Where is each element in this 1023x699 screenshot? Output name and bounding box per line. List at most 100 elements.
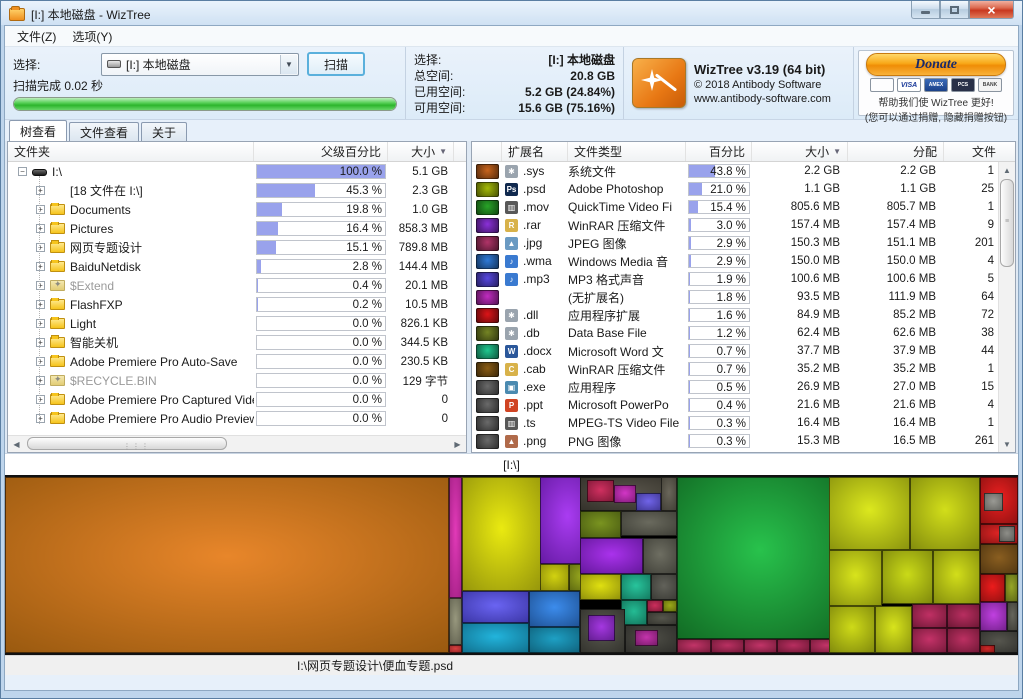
ext-row[interactable]: ♪ .wma Windows Media 音 2.9 % 150.0 MB 15…	[472, 252, 1015, 270]
treemap-block[interactable]	[636, 493, 660, 511]
treemap-block[interactable]	[661, 477, 677, 511]
expand-plus-icon[interactable]: +	[36, 319, 45, 328]
treemap-block[interactable]	[912, 628, 947, 653]
expand-plus-icon[interactable]: +	[36, 376, 45, 385]
tree-row[interactable]: + Adobe Premiere Pro Captured Vide 0.0 %…	[8, 390, 466, 409]
treemap-block[interactable]	[711, 639, 745, 653]
treemap-block[interactable]	[980, 574, 1004, 602]
ext-row[interactable]: ✱ .db Data Base File 1.2 % 62.4 MB 62.6 …	[472, 324, 1015, 342]
ext-row[interactable]: P .ppt Microsoft PowerPo 0.4 % 21.6 MB 2…	[472, 396, 1015, 414]
treemap-block[interactable]	[580, 511, 621, 539]
ext-row[interactable]: W .docx Microsoft Word 文 0.7 % 37.7 MB 3…	[472, 342, 1015, 360]
ext-row[interactable]: ✱ .dll 应用程序扩展 1.6 % 84.9 MB 85.2 MB 72	[472, 306, 1015, 324]
treemap-block[interactable]	[462, 477, 540, 591]
donate-button[interactable]: Donate	[866, 53, 1006, 76]
expand-plus-icon[interactable]: +	[36, 338, 45, 347]
treemap[interactable]	[5, 475, 1018, 655]
treemap-block[interactable]	[829, 477, 910, 550]
ext-row[interactable]: C .cab WinRAR 压缩文件 0.7 % 35.2 MB 35.2 MB…	[472, 360, 1015, 378]
ext-row[interactable]: ✱ .sys 系统文件 43.8 % 2.2 GB 2.2 GB 1	[472, 162, 1015, 180]
tree-row[interactable]: + Adobe Premiere Pro Audio Preview 0.0 %…	[8, 409, 466, 428]
ext-row[interactable]: ♪ .mp3 MP3 格式声音 1.9 % 100.6 MB 100.6 MB …	[472, 270, 1015, 288]
tree-row[interactable]: + Pictures 16.4 % 858.3 MB	[8, 219, 466, 238]
tree-row[interactable]: + 智能关机 0.0 % 344.5 KB	[8, 333, 466, 352]
tree-row[interactable]: + Documents 19.8 % 1.0 GB	[8, 200, 466, 219]
col-allocated[interactable]: 分配	[848, 142, 944, 161]
treemap-block[interactable]	[621, 574, 652, 600]
expand-plus-icon[interactable]: +	[36, 205, 45, 214]
tree-row[interactable]: + FlashFXP 0.2 % 10.5 MB	[8, 295, 466, 314]
treemap-block[interactable]	[777, 639, 811, 653]
expand-minus-icon[interactable]: −	[18, 167, 27, 176]
treemap-block[interactable]	[912, 604, 947, 629]
treemap-block[interactable]	[677, 639, 711, 653]
tree-row[interactable]: + [18 文件在 I:\] 45.3 % 2.3 GB	[8, 181, 466, 200]
expand-plus-icon[interactable]: +	[36, 357, 45, 366]
treemap-block[interactable]	[5, 477, 449, 653]
tree-row[interactable]: + $RECYCLE.BIN 0.0 % 129 字节	[8, 371, 466, 390]
treemap-block[interactable]	[947, 628, 981, 653]
treemap-block[interactable]	[984, 493, 1002, 511]
ext-row[interactable]: ▲ .png PNG 图像 0.3 % 15.3 MB 16.5 MB 261	[472, 432, 1015, 450]
treemap-block[interactable]	[651, 574, 676, 600]
menu-options[interactable]: 选项(Y)	[64, 26, 120, 47]
titlebar[interactable]: [I:] 本地磁盘 - WizTree ×	[1, 1, 1022, 25]
ext-row[interactable]: Ps .psd Adobe Photoshop 21.0 % 1.1 GB 1.…	[472, 180, 1015, 198]
expand-plus-icon[interactable]: +	[36, 414, 45, 423]
treemap-block[interactable]	[643, 538, 677, 574]
treemap-block[interactable]	[540, 564, 568, 591]
treemap-block[interactable]	[663, 600, 677, 613]
scan-button[interactable]: 扫描	[307, 52, 365, 76]
col-folder[interactable]: 文件夹	[8, 142, 254, 161]
treemap-block[interactable]	[1005, 574, 1018, 602]
tree-row[interactable]: + $Extend 0.4 % 20.1 MB	[8, 276, 466, 295]
drive-select[interactable]: [I:] 本地磁盘 ▼	[101, 53, 299, 76]
expand-plus-icon[interactable]: +	[36, 243, 45, 252]
col-size[interactable]: 大小▼	[752, 142, 848, 161]
treemap-block[interactable]	[980, 645, 994, 653]
horizontal-scrollbar[interactable]: ◀ ⋮⋮⋮ ▶	[8, 435, 466, 452]
treemap-block[interactable]	[1007, 602, 1018, 632]
col-parent-percent[interactable]: 父级百分比	[254, 142, 388, 161]
treemap-block[interactable]	[580, 538, 643, 574]
scroll-down-icon[interactable]: ▼	[999, 436, 1015, 452]
ext-row[interactable]: ▲ .jpg JPEG 图像 2.9 % 150.3 MB 151.1 MB 2…	[472, 234, 1015, 252]
treemap-block[interactable]	[882, 550, 933, 603]
hscroll-thumb[interactable]: ⋮⋮⋮	[27, 437, 227, 450]
tab-1[interactable]: 文件查看	[69, 122, 139, 141]
treemap-block[interactable]	[647, 600, 662, 613]
minimize-button[interactable]	[911, 1, 940, 19]
treemap-block[interactable]	[449, 598, 462, 645]
treemap-block[interactable]	[580, 574, 621, 600]
tab-2[interactable]: 关于	[141, 122, 187, 141]
scroll-left-icon[interactable]: ◀	[8, 436, 25, 452]
expand-plus-icon[interactable]: +	[36, 186, 45, 195]
treemap-block[interactable]	[744, 639, 777, 653]
expand-plus-icon[interactable]: +	[36, 262, 45, 271]
col-size[interactable]: 大小▼	[388, 142, 454, 161]
dropdown-arrow-icon[interactable]: ▼	[280, 55, 297, 74]
treemap-block[interactable]	[933, 550, 981, 603]
treemap-block[interactable]	[635, 630, 657, 646]
treemap-block[interactable]	[980, 544, 1018, 574]
close-button[interactable]: ×	[969, 1, 1014, 19]
treemap-block[interactable]	[614, 485, 636, 503]
expand-plus-icon[interactable]: +	[36, 281, 45, 290]
treemap-block[interactable]	[677, 477, 843, 639]
expand-plus-icon[interactable]: +	[36, 224, 45, 233]
ext-row[interactable]: (无扩展名) 1.8 % 93.5 MB 111.9 MB 64	[472, 288, 1015, 306]
ext-row[interactable]: ▣ .exe 应用程序 0.5 % 26.9 MB 27.0 MB 15	[472, 378, 1015, 396]
treemap-block[interactable]	[529, 591, 580, 628]
treemap-block[interactable]	[462, 591, 529, 624]
tree-row[interactable]: + Adobe Premiere Pro Auto-Save 0.0 % 230…	[8, 352, 466, 371]
treemap-block[interactable]	[449, 477, 462, 598]
menu-file[interactable]: 文件(Z)	[9, 26, 64, 47]
treemap-block[interactable]	[947, 604, 981, 629]
treemap-block[interactable]	[587, 480, 613, 502]
tree-row[interactable]: − I:\ 100.0 % 5.1 GB	[8, 162, 466, 181]
treemap-block[interactable]	[588, 615, 614, 641]
col-filetype[interactable]: 文件类型	[568, 142, 686, 161]
treemap-block[interactable]	[910, 477, 980, 550]
ext-row[interactable]: R .rar WinRAR 压缩文件 3.0 % 157.4 MB 157.4 …	[472, 216, 1015, 234]
treemap-block[interactable]	[999, 526, 1015, 542]
